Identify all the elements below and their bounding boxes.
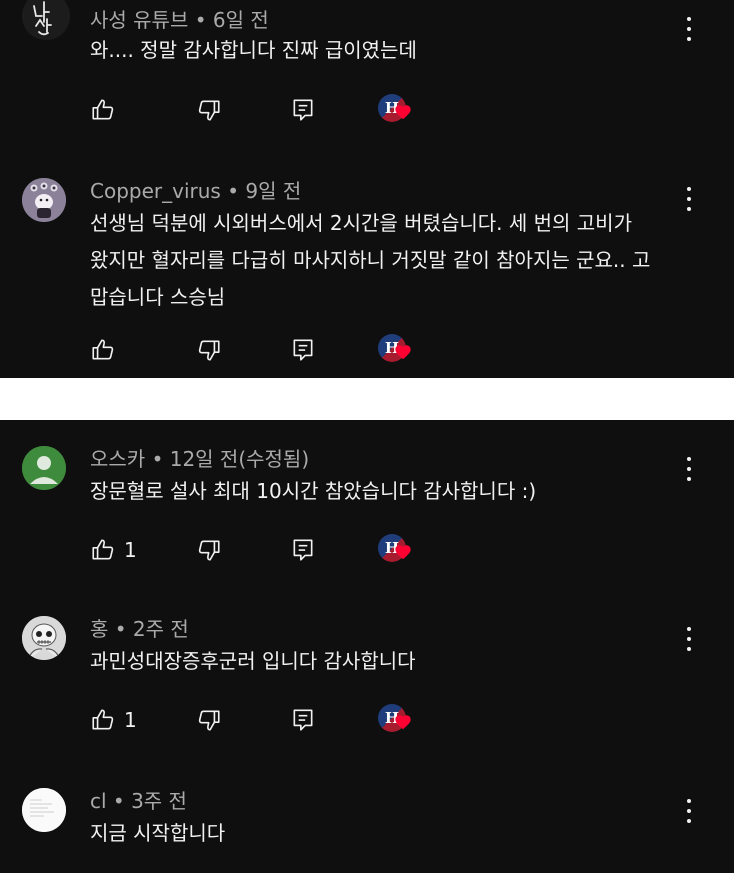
reply-icon bbox=[293, 99, 313, 121]
document-avatar-icon bbox=[22, 788, 66, 832]
comment-meta: 홍 • 2주 전 bbox=[90, 613, 189, 642]
dislike-button[interactable] bbox=[196, 534, 222, 566]
comment-time[interactable]: 2주 전 bbox=[133, 617, 189, 641]
avatar[interactable] bbox=[22, 446, 66, 490]
like-icon bbox=[92, 539, 114, 560]
dislike-icon bbox=[198, 340, 220, 361]
creator-heart: H bbox=[378, 534, 418, 568]
skull-avatar-icon bbox=[22, 616, 66, 660]
like-button[interactable] bbox=[90, 94, 124, 126]
more-options-icon[interactable] bbox=[680, 14, 698, 44]
dislike-icon bbox=[198, 540, 220, 561]
comments-panel-bottom: 오스카 • 12일 전(수정됨) 장문혈로 설사 최대 10시간 참았습니다 감… bbox=[0, 420, 734, 873]
more-options-icon[interactable] bbox=[680, 184, 698, 214]
reply-button[interactable] bbox=[290, 94, 316, 126]
comment-time[interactable]: 12일 전(수정됨) bbox=[170, 447, 309, 471]
comment-text: 과민성대장증후군러 입니다 감사합니다 bbox=[90, 643, 416, 680]
comments-panel-top: 사성 유튜브 • 6일 전 와.... 정말 감사합니다 진짜 급이였는데 H bbox=[0, 0, 734, 378]
comment-text: 선생님 덕분에 시외버스에서 2시간을 버텼습니다. 세 번의 고비가 왔지만 … bbox=[90, 205, 650, 316]
dislike-icon bbox=[198, 710, 220, 731]
avatar[interactable] bbox=[22, 788, 66, 832]
like-button[interactable] bbox=[90, 334, 124, 366]
comment-author[interactable]: Copper_virus bbox=[90, 179, 221, 203]
comment-time[interactable]: 6일 전 bbox=[213, 8, 269, 32]
creator-heart-icon bbox=[395, 345, 411, 360]
avatar[interactable] bbox=[22, 178, 66, 222]
reply-button[interactable] bbox=[290, 334, 316, 366]
creator-heart-icon bbox=[395, 545, 411, 560]
meta-separator: • bbox=[112, 789, 125, 813]
reply-button[interactable] bbox=[290, 534, 316, 566]
comment-meta: 오스카 • 12일 전(수정됨) bbox=[90, 443, 309, 472]
reply-button[interactable] bbox=[290, 704, 316, 736]
like-button[interactable]: 1 bbox=[90, 704, 137, 736]
dislike-button[interactable] bbox=[196, 704, 222, 736]
like-icon bbox=[92, 99, 114, 120]
comment-text-line: 선생님 덕분에 시외버스에서 2시간을 버텼습니다. 세 번의 고비가 bbox=[90, 211, 632, 235]
like-count: 1 bbox=[124, 538, 137, 562]
comment-meta: 사성 유튜브 • 6일 전 bbox=[90, 4, 269, 33]
comment-actions: 1 H bbox=[90, 534, 430, 566]
character-avatar-icon bbox=[22, 178, 66, 222]
meta-separator: • bbox=[227, 179, 239, 203]
more-options-icon[interactable] bbox=[680, 796, 698, 826]
like-icon bbox=[92, 709, 114, 730]
comment-author[interactable]: 오스카 bbox=[90, 447, 145, 471]
comment-text-line: 왔지만 혈자리를 다급히 마사지하니 거짓말 같이 참아지는 군요.. 고 bbox=[90, 248, 651, 272]
reply-icon bbox=[293, 539, 313, 561]
comment-author[interactable]: cl bbox=[90, 789, 107, 813]
like-icon bbox=[92, 339, 114, 360]
more-options-icon[interactable] bbox=[680, 624, 698, 654]
creator-heart: H bbox=[378, 704, 418, 738]
comment-text-line: 과민성대장증후군러 입니다 감사합니다 bbox=[90, 649, 416, 673]
comment-author[interactable]: 홍 bbox=[90, 617, 108, 641]
like-count: 1 bbox=[124, 708, 137, 732]
dislike-button[interactable] bbox=[196, 334, 222, 366]
reply-icon bbox=[293, 709, 313, 731]
creator-heart-icon bbox=[395, 715, 411, 730]
comment-text-line: 장문혈로 설사 최대 10시간 참았습니다 감사합니다 :) bbox=[90, 479, 537, 503]
dislike-button[interactable] bbox=[196, 94, 222, 126]
comment-author[interactable]: 사성 유튜브 bbox=[90, 8, 188, 32]
comment-time[interactable]: 3주 전 bbox=[131, 789, 187, 813]
comment-actions: H bbox=[90, 334, 430, 366]
more-options-icon[interactable] bbox=[680, 454, 698, 484]
comment-text: 와.... 정말 감사합니다 진짜 급이였는데 bbox=[90, 32, 417, 69]
creator-heart-icon bbox=[395, 105, 411, 120]
reply-icon bbox=[293, 339, 313, 361]
dislike-icon bbox=[198, 100, 220, 121]
meta-separator: • bbox=[151, 447, 164, 471]
comment-text: 지금 시작합니다 bbox=[90, 815, 225, 852]
comment-text-line: 와.... 정말 감사합니다 진짜 급이였는데 bbox=[90, 38, 417, 62]
comment-text-line: 지금 시작합니다 bbox=[90, 821, 226, 845]
comment-actions: H bbox=[90, 94, 430, 126]
avatar[interactable] bbox=[22, 616, 66, 660]
handwritten-avatar-icon bbox=[22, 0, 70, 40]
comment-text-line: 맙습니다 스승님 bbox=[90, 285, 226, 309]
comment-actions: 1 H bbox=[90, 704, 430, 736]
comment-meta: cl • 3주 전 bbox=[90, 785, 187, 814]
default-user-avatar-icon bbox=[22, 446, 66, 490]
comment-meta: Copper_virus • 9일 전 bbox=[90, 175, 301, 204]
meta-separator: • bbox=[194, 8, 207, 32]
like-button[interactable]: 1 bbox=[90, 534, 137, 566]
creator-heart: H bbox=[378, 94, 418, 128]
meta-separator: • bbox=[114, 617, 127, 641]
avatar[interactable] bbox=[22, 0, 70, 40]
comment-time[interactable]: 9일 전 bbox=[245, 179, 301, 203]
creator-heart: H bbox=[378, 334, 418, 368]
comment-text: 장문혈로 설사 최대 10시간 참았습니다 감사합니다 :) bbox=[90, 473, 536, 510]
